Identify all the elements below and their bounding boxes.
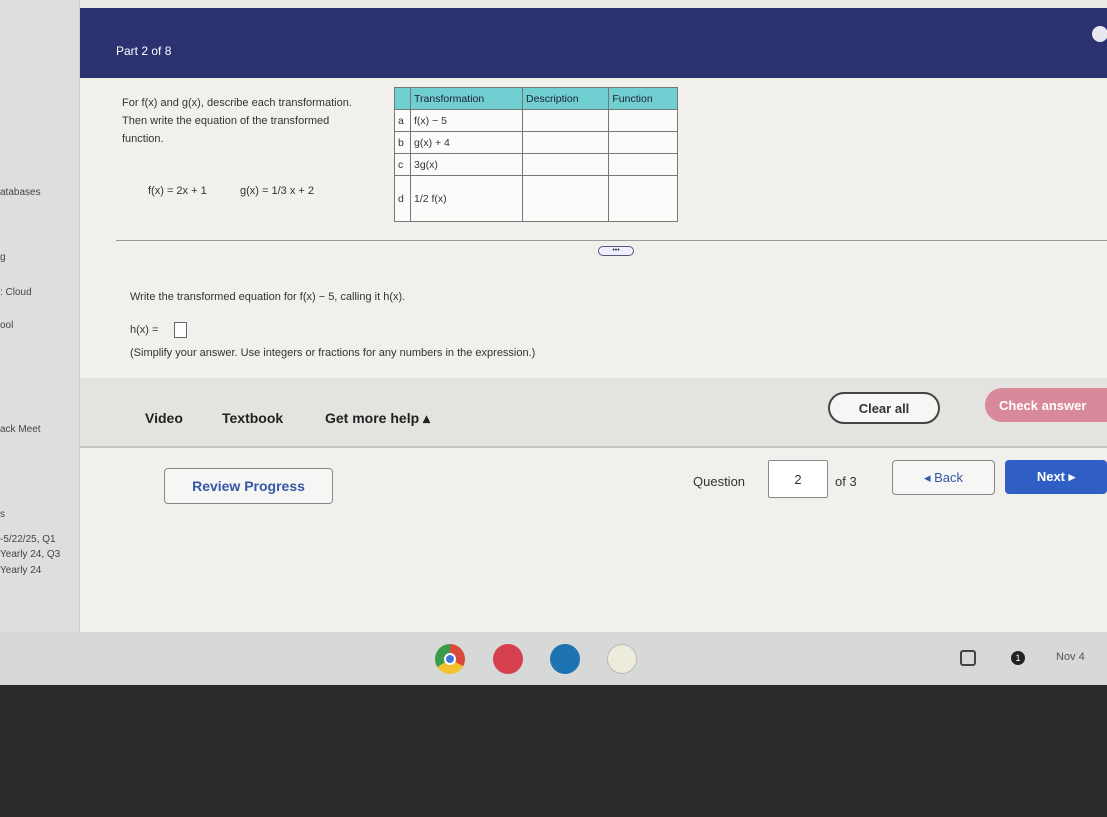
taskbar: 1 Nov 4 [0,632,1107,685]
back-button[interactable]: ◂ Back [892,460,995,495]
divider [116,240,1107,241]
chrome-icon[interactable] [435,644,465,674]
review-progress-button[interactable]: Review Progress [164,468,333,504]
question-total: of 3 [835,474,857,489]
next-button[interactable]: Next ▸ [1005,460,1107,494]
sidebar-item[interactable]: Yearly 24, Q3 [0,549,60,560]
sidebar-item[interactable]: Yearly 24 [0,565,41,576]
content: For f(x) and g(x), describe each transfo… [80,78,1107,632]
table-row: c 3g(x) [394,153,678,176]
question-number-input[interactable]: 2 [768,460,828,498]
screen-capture-icon[interactable] [960,650,976,666]
screen: atabases g : Cloud ool ack Meet s -5/22/… [0,0,1107,685]
f-definition: f(x) = 2x + 1 [148,185,207,197]
transformation-table: Transformation Description Function a f(x) … [394,87,678,222]
red-app-icon[interactable] [493,644,523,674]
video-link[interactable]: Video [145,410,183,426]
header-bar: Part 2 of 8 [80,8,1107,78]
part-title: Part 2 of 8 [116,44,172,58]
blue-app-icon[interactable] [550,644,580,674]
sidebar: atabases g : Cloud ool ack Meet s -5/22/… [0,0,80,632]
date-display[interactable]: Nov 4 [1056,651,1085,663]
column-header: Transformation [409,87,524,110]
sidebar-item[interactable]: ool [0,320,13,331]
sidebar-item[interactable]: g [0,252,6,263]
expand-button[interactable]: ••• [598,246,634,256]
get-more-help-link[interactable]: Get more help ▴ [325,410,430,427]
answer-label: h(x) = [130,324,159,336]
clear-all-button[interactable]: Clear all [828,392,940,424]
sidebar-item[interactable]: -5/22/25, Q1 [0,534,56,545]
table-row: a f(x) − 5 [394,109,678,132]
table-row: d 1/2 f(x) [394,175,678,222]
notification-icon[interactable]: 1 [1011,651,1025,665]
column-header: Description [522,87,610,110]
sidebar-item[interactable]: atabases [0,187,41,198]
g-definition: g(x) = 1/3 x + 2 [240,185,314,197]
sidebar-item[interactable]: : Cloud [0,287,32,298]
check-answer-button[interactable]: Check answer [985,388,1107,422]
photo-app-icon[interactable] [607,644,637,674]
table-row: b g(x) + 4 [394,131,678,154]
column-header: Function [608,87,678,110]
question-prompt: Write the transformed equation for f(x) … [130,291,406,303]
help-icon[interactable] [1092,26,1107,42]
answer-input[interactable] [174,322,187,338]
sidebar-item[interactable]: ack Meet [0,424,41,435]
textbook-link[interactable]: Textbook [222,410,283,426]
instructions: For f(x) and g(x), describe each transfo… [122,97,352,145]
hint-text: (Simplify your answer. Use integers or f… [130,347,536,359]
question-label: Question [693,474,746,489]
toolbar: Video Textbook Get more help ▴ Clear all… [80,378,1107,448]
sidebar-item: s [0,509,5,520]
